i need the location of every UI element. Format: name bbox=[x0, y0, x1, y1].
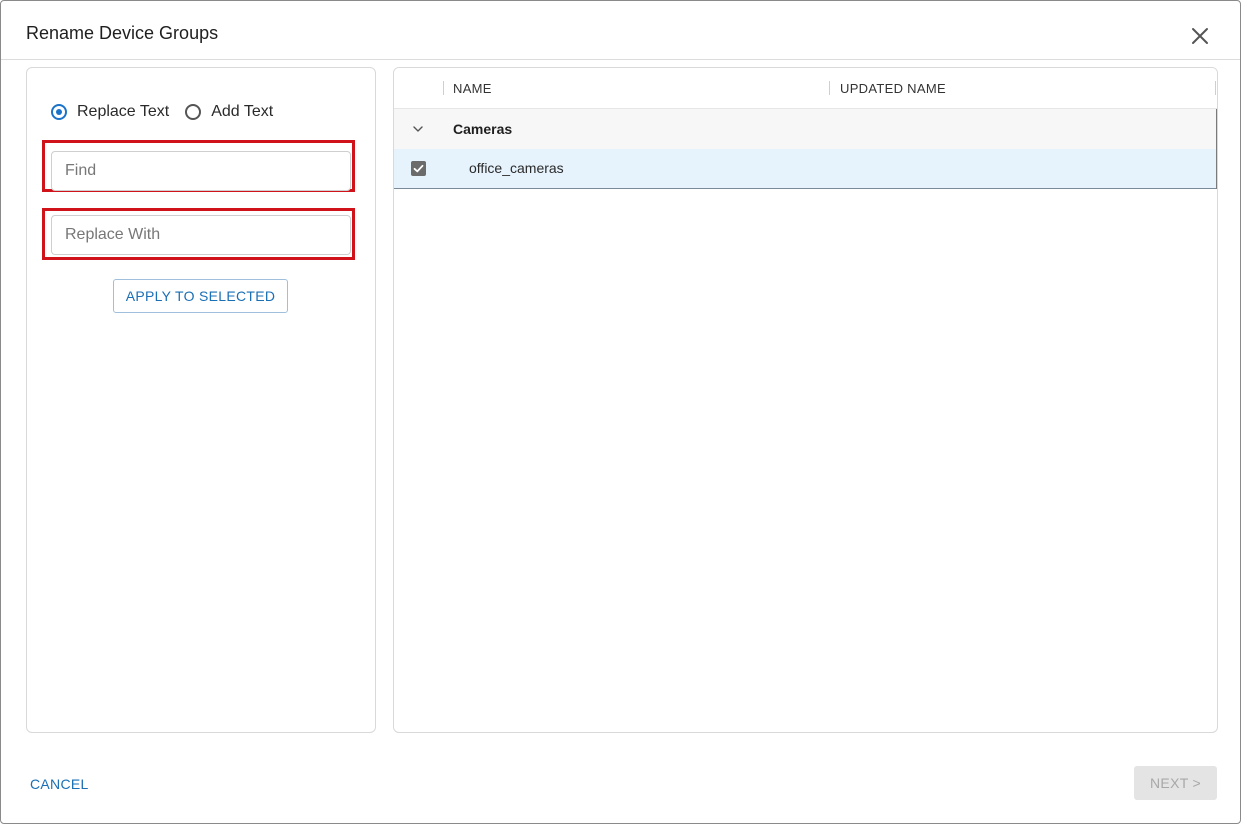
table-row[interactable]: office_cameras bbox=[394, 149, 1216, 189]
add-text-radio[interactable]: Add Text bbox=[185, 103, 273, 121]
mode-radio-group: Replace Text Add Text bbox=[51, 103, 289, 121]
column-divider bbox=[443, 81, 444, 95]
title-divider bbox=[1, 59, 1240, 60]
column-header-updated-name[interactable]: UPDATED NAME bbox=[840, 81, 946, 96]
next-button[interactable]: NEXT > bbox=[1134, 766, 1217, 800]
group-label: Cameras bbox=[453, 121, 513, 137]
dialog-title: Rename Device Groups bbox=[26, 23, 219, 43]
radio-label: Add Text bbox=[211, 103, 274, 120]
row-name-cell: office_cameras bbox=[469, 160, 564, 176]
checkmark-icon bbox=[413, 164, 424, 173]
rename-options-panel: Replace Text Add Text APPLY TO SELECTED bbox=[26, 67, 376, 733]
row-checkbox[interactable] bbox=[411, 161, 426, 176]
replace-text-radio[interactable]: Replace Text bbox=[51, 103, 169, 121]
radio-label: Replace Text bbox=[77, 103, 170, 120]
radio-checked-icon bbox=[51, 104, 67, 120]
radio-unchecked-icon bbox=[185, 104, 202, 120]
column-divider[interactable] bbox=[829, 81, 830, 95]
device-groups-grid: NAME UPDATED NAME Cameras office_cameras bbox=[393, 67, 1218, 733]
chevron-down-icon[interactable] bbox=[411, 122, 425, 136]
column-divider bbox=[1215, 81, 1216, 95]
replace-with-input[interactable] bbox=[51, 215, 351, 255]
cancel-button[interactable]: CANCEL bbox=[30, 776, 89, 792]
close-icon bbox=[1192, 28, 1208, 44]
group-row-cameras[interactable]: Cameras bbox=[394, 109, 1217, 150]
close-button[interactable] bbox=[1187, 23, 1213, 49]
find-input[interactable] bbox=[51, 151, 351, 191]
apply-to-selected-button[interactable]: APPLY TO SELECTED bbox=[113, 279, 288, 313]
grid-header: NAME UPDATED NAME bbox=[394, 68, 1217, 109]
column-header-name[interactable]: NAME bbox=[453, 81, 492, 96]
rename-device-groups-dialog: Rename Device Groups Replace Text Add Te… bbox=[0, 0, 1241, 824]
row-edge bbox=[1216, 109, 1217, 189]
